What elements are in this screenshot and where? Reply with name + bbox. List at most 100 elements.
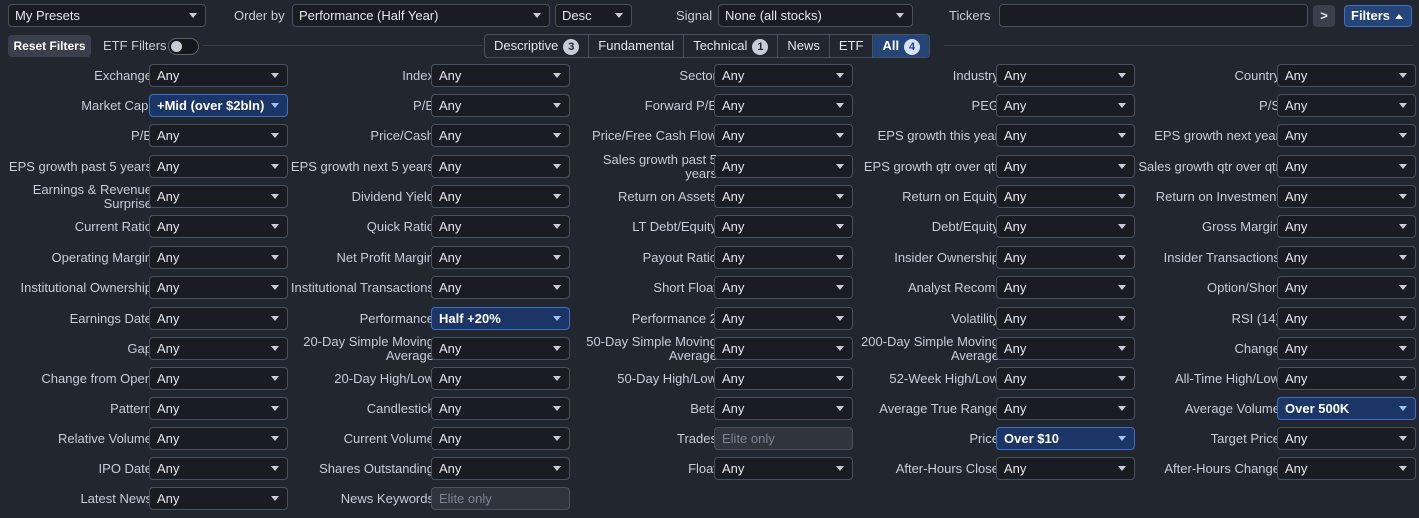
filter-select[interactable]: Any: [996, 337, 1135, 360]
filter-select[interactable]: Any: [714, 457, 853, 480]
filter-select[interactable]: Any: [996, 64, 1135, 87]
filter-value: Any: [157, 68, 180, 83]
tickers-input[interactable]: [999, 4, 1308, 27]
filter-select[interactable]: Any: [1277, 367, 1416, 390]
chevron-down-icon: [836, 164, 844, 169]
filter-select[interactable]: Any: [1277, 427, 1416, 450]
filter-select[interactable]: Any: [996, 307, 1135, 330]
filter-select[interactable]: Any: [149, 155, 288, 178]
filter-label: Performance: [359, 311, 434, 326]
filter-select[interactable]: Any: [1277, 457, 1416, 480]
chevron-down-icon: [271, 103, 279, 108]
filter-select[interactable]: Any: [996, 185, 1135, 208]
filter-select[interactable]: Any: [1277, 337, 1416, 360]
filter-select[interactable]: Over 500K: [1277, 397, 1416, 420]
filter-select[interactable]: Any: [714, 367, 853, 390]
filter-select[interactable]: Any: [996, 246, 1135, 269]
filter-label: Institutional Transactions: [290, 280, 434, 295]
filter-select[interactable]: Any: [149, 124, 288, 147]
filter-select[interactable]: Any: [1277, 276, 1416, 299]
filter-select[interactable]: Any: [714, 124, 853, 147]
filter-select[interactable]: Any: [431, 246, 570, 269]
filter-select[interactable]: Any: [431, 155, 570, 178]
filter-select[interactable]: Any: [149, 367, 288, 390]
filter-select[interactable]: Any: [996, 94, 1135, 117]
tickers-go-button[interactable]: >: [1313, 5, 1335, 27]
tab-fundamental[interactable]: Fundamental: [589, 35, 685, 57]
filter-select[interactable]: Any: [149, 215, 288, 238]
filter-select[interactable]: Any: [996, 457, 1135, 480]
filter-select[interactable]: Any: [431, 276, 570, 299]
filter-select[interactable]: Any: [1277, 124, 1416, 147]
tab-all[interactable]: All 4: [873, 35, 930, 57]
filter-select[interactable]: +Mid (over $2bln): [149, 94, 288, 117]
filter-select[interactable]: Any: [996, 367, 1135, 390]
chevron-down-icon: [836, 316, 844, 321]
filter-select[interactable]: Any: [149, 397, 288, 420]
tab-news[interactable]: News: [778, 35, 830, 57]
filter-select[interactable]: Any: [149, 427, 288, 450]
signal-value: None (all stocks): [725, 8, 822, 23]
filter-select[interactable]: Any: [714, 246, 853, 269]
filter-label: Price/Cash: [370, 128, 434, 143]
filter-select[interactable]: Half +20%: [431, 307, 570, 330]
tab-etf[interactable]: ETF: [830, 35, 874, 57]
filter-select[interactable]: Any: [714, 64, 853, 87]
filter-select[interactable]: Any: [1277, 185, 1416, 208]
filter-select[interactable]: Any: [149, 64, 288, 87]
filter-select[interactable]: Any: [1277, 64, 1416, 87]
filter-select[interactable]: Any: [431, 185, 570, 208]
filter-select[interactable]: Any: [996, 215, 1135, 238]
filter-select[interactable]: Any: [714, 155, 853, 178]
filter-value: Any: [439, 128, 462, 143]
filter-select[interactable]: Any: [149, 337, 288, 360]
filter-select[interactable]: Any: [149, 307, 288, 330]
filter-select[interactable]: Any: [714, 307, 853, 330]
filter-change-from-open: Change from Open Any: [5, 365, 288, 395]
tab-descriptive[interactable]: Descriptive 3: [485, 35, 590, 57]
filter-select[interactable]: Any: [431, 397, 570, 420]
order-by-select[interactable]: Performance (Half Year): [292, 4, 550, 27]
filter-select[interactable]: Any: [431, 124, 570, 147]
filter-select[interactable]: Any: [149, 246, 288, 269]
filter-select[interactable]: Any: [431, 215, 570, 238]
filter-select[interactable]: Any: [149, 185, 288, 208]
filter-select[interactable]: Any: [431, 367, 570, 390]
chevron-down-icon: [1118, 103, 1126, 108]
filter-select[interactable]: Any: [996, 155, 1135, 178]
filter-select[interactable]: Any: [996, 276, 1135, 299]
filter-select[interactable]: Any: [714, 276, 853, 299]
filter-select[interactable]: Any: [431, 337, 570, 360]
order-direction-select[interactable]: Desc: [555, 4, 632, 27]
tab-technical[interactable]: Technical 1: [684, 35, 779, 57]
etf-filters-toggle[interactable]: [168, 38, 199, 55]
signal-select[interactable]: None (all stocks): [718, 4, 913, 27]
filter-select[interactable]: Any: [149, 487, 288, 510]
filter-select[interactable]: Any: [431, 427, 570, 450]
filters-toggle-button[interactable]: Filters: [1344, 5, 1412, 27]
filter-select[interactable]: Any: [149, 276, 288, 299]
filter-select[interactable]: Any: [1277, 215, 1416, 238]
filter-select[interactable]: Any: [431, 457, 570, 480]
filter-select[interactable]: Over $10: [996, 427, 1135, 450]
filter-select[interactable]: Any: [1277, 307, 1416, 330]
filter-select[interactable]: Any: [996, 124, 1135, 147]
reset-filters-button[interactable]: Reset Filters: [8, 35, 91, 57]
filter-select[interactable]: Any: [1277, 246, 1416, 269]
filter-select[interactable]: Any: [714, 185, 853, 208]
filter-select[interactable]: Any: [714, 215, 853, 238]
filter-select[interactable]: Any: [1277, 94, 1416, 117]
filter-select[interactable]: Any: [714, 397, 853, 420]
filter-option-short: Option/Short Any: [1133, 274, 1416, 304]
filter-select[interactable]: Any: [714, 337, 853, 360]
filter-select[interactable]: Any: [431, 94, 570, 117]
filter-select[interactable]: Any: [1277, 155, 1416, 178]
filter-select[interactable]: Any: [996, 397, 1135, 420]
filter-select[interactable]: Any: [714, 94, 853, 117]
filter-value: Any: [1285, 431, 1308, 446]
presets-select[interactable]: My Presets: [8, 4, 206, 27]
filter-select[interactable]: Any: [149, 457, 288, 480]
filter-select[interactable]: Any: [431, 64, 570, 87]
filter-label: After-Hours Change: [1164, 461, 1280, 476]
filter-label: Quick Ratio: [366, 219, 434, 234]
